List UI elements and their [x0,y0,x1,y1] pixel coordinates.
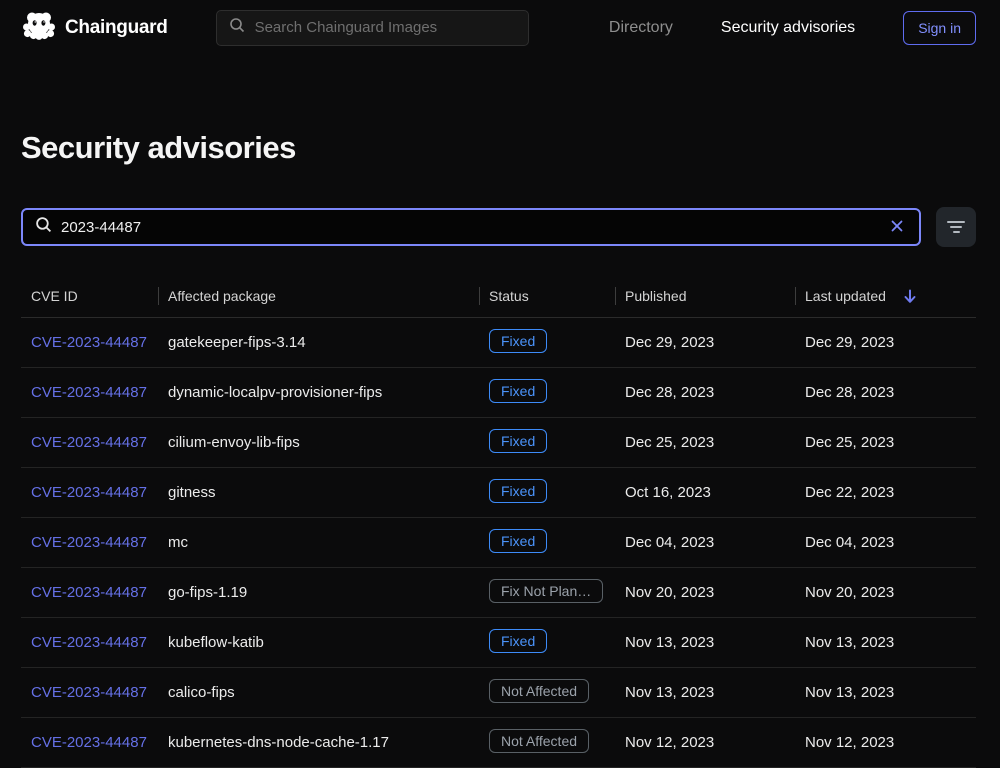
nav-search-input[interactable] [255,19,516,36]
published-date-cell: Nov 13, 2023 [615,634,795,651]
table-row: CVE-2023-44487 gatekeeper-fips-3.14 Fixe… [21,318,976,368]
column-header-status[interactable]: Status [479,286,615,306]
status-badge: Fixed [489,429,547,453]
cve-link[interactable]: CVE-2023-44487 [31,384,147,401]
status-badge: Fixed [489,529,547,553]
cve-link[interactable]: CVE-2023-44487 [31,434,147,451]
published-date-cell: Nov 20, 2023 [615,584,795,601]
cve-link[interactable]: CVE-2023-44487 [31,334,147,351]
cve-link[interactable]: CVE-2023-44487 [31,684,147,701]
column-header-affected-package[interactable]: Affected package [158,286,479,306]
published-date-cell: Nov 13, 2023 [615,684,795,701]
status-badge: Fix Not Plan… [489,579,603,603]
affected-package-cell: mc [158,534,479,551]
published-date-cell: Dec 25, 2023 [615,434,795,451]
page-title: Security advisories [21,130,976,166]
affected-package-cell: gatekeeper-fips-3.14 [158,334,479,351]
last-updated-date-cell: Dec 28, 2023 [795,384,976,401]
brand-name: Chainguard [65,17,168,39]
advisory-filter-row [21,207,976,247]
affected-package-cell: go-fips-1.19 [158,584,479,601]
last-updated-date-cell: Nov 13, 2023 [795,634,976,651]
status-badge: Fixed [489,329,547,353]
sort-descending-icon[interactable] [902,288,918,305]
chainguard-logo[interactable]: Chainguard [22,10,168,45]
advisories-table: CVE ID Affected package Status Published… [21,275,976,768]
status-badge: Fixed [489,479,547,503]
published-date-cell: Oct 16, 2023 [615,484,795,501]
published-date-cell: Dec 04, 2023 [615,534,795,551]
last-updated-date-cell: Dec 04, 2023 [795,534,976,551]
last-updated-date-cell: Nov 20, 2023 [795,584,976,601]
search-icon [35,216,52,238]
table-row: CVE-2023-44487 dynamic-localpv-provision… [21,368,976,418]
last-updated-date-cell: Nov 13, 2023 [795,684,976,701]
table-row: CVE-2023-44487 go-fips-1.19 Fix Not Plan… [21,568,976,618]
nav-link-security-advisories[interactable]: Security advisories [721,19,855,37]
cve-link[interactable]: CVE-2023-44487 [31,734,147,751]
filter-button[interactable] [936,207,976,247]
table-header-row: CVE ID Affected package Status Published… [21,275,976,318]
affected-package-cell: cilium-envoy-lib-fips [158,434,479,451]
cve-link[interactable]: CVE-2023-44487 [31,634,147,651]
nav-search-box[interactable] [216,10,529,46]
column-header-cve-id[interactable]: CVE ID [21,286,158,306]
last-updated-date-cell: Dec 22, 2023 [795,484,976,501]
search-icon [229,17,245,38]
main-content: Security advisories CVE ID [0,130,1000,768]
advisory-search-box[interactable] [21,208,921,246]
affected-package-cell: kubeflow-katib [158,634,479,651]
octopus-logo-icon [22,10,56,45]
table-row: CVE-2023-44487 cilium-envoy-lib-fips Fix… [21,418,976,468]
published-date-cell: Dec 29, 2023 [615,334,795,351]
last-updated-date-cell: Dec 29, 2023 [795,334,976,351]
sign-in-button[interactable]: Sign in [903,11,976,45]
cve-link[interactable]: CVE-2023-44487 [31,534,147,551]
status-badge: Not Affected [489,679,589,703]
table-row: CVE-2023-44487 calico-fips Not Affected … [21,668,976,718]
top-navbar: Chainguard Directory Security advisories… [0,0,1000,55]
filter-icon [947,221,965,223]
last-updated-date-cell: Dec 25, 2023 [795,434,976,451]
status-badge: Fixed [489,379,547,403]
cve-link[interactable]: CVE-2023-44487 [31,484,147,501]
table-body: CVE-2023-44487 gatekeeper-fips-3.14 Fixe… [21,318,976,768]
published-date-cell: Dec 28, 2023 [615,384,795,401]
table-row: CVE-2023-44487 mc Fixed Dec 04, 2023 Dec… [21,518,976,568]
affected-package-cell: calico-fips [158,684,479,701]
table-row: CVE-2023-44487 kubernetes-dns-node-cache… [21,718,976,768]
table-row: CVE-2023-44487 kubeflow-katib Fixed Nov … [21,618,976,668]
column-header-last-updated[interactable]: Last updated [795,286,976,306]
status-badge: Not Affected [489,729,589,753]
table-row: CVE-2023-44487 gitness Fixed Oct 16, 202… [21,468,976,518]
close-icon [889,218,905,237]
last-updated-date-cell: Nov 12, 2023 [795,734,976,751]
affected-package-cell: dynamic-localpv-provisioner-fips [158,384,479,401]
affected-package-cell: kubernetes-dns-node-cache-1.17 [158,734,479,751]
published-date-cell: Nov 12, 2023 [615,734,795,751]
column-header-published[interactable]: Published [615,286,795,306]
status-badge: Fixed [489,629,547,653]
affected-package-cell: gitness [158,484,479,501]
nav-link-directory[interactable]: Directory [609,19,673,37]
cve-link[interactable]: CVE-2023-44487 [31,584,147,601]
advisory-search-input[interactable] [61,219,878,236]
clear-search-button[interactable] [887,216,907,239]
